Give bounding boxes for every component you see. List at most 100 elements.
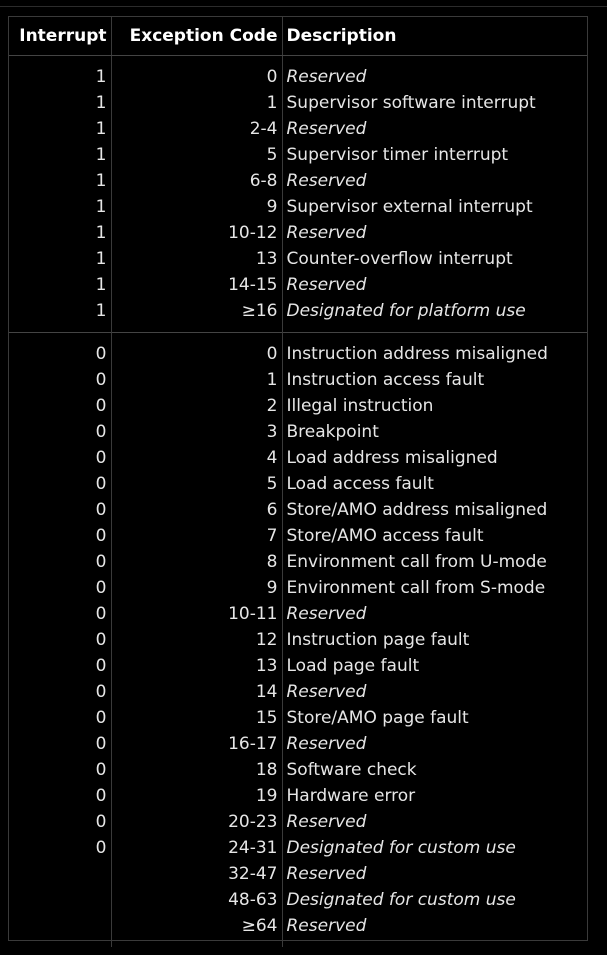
interrupt-cell: 0: [9, 679, 112, 705]
interrupt-cell: 0: [9, 601, 112, 627]
exception-group: 0 0 Instruction address misaligned 0 1 Instru…: [9, 332, 587, 947]
spacer-cell: [282, 939, 587, 947]
spacer-cell: [9, 332, 112, 341]
spacer-cell: [111, 55, 283, 64]
interrupt-cell: [9, 913, 112, 939]
top-divider: [0, 6, 607, 7]
interrupt-cell: 1: [9, 220, 112, 246]
interrupt-cell: 0: [9, 575, 112, 601]
interrupt-cell: 1: [9, 90, 112, 116]
exception-code-cell: 6: [111, 497, 283, 523]
exception-code-cell: 16-17: [111, 731, 283, 757]
spacer-cell: [282, 332, 587, 341]
interrupt-cell: 0: [9, 497, 112, 523]
table-row: 0 14 Reserved: [9, 679, 587, 705]
exception-code-cell: 24-31: [111, 835, 283, 861]
table-row: 0 16-17 Reserved: [9, 731, 587, 757]
header-interrupt: Interrupt: [9, 17, 112, 56]
table-row: 1 10-12 Reserved: [9, 220, 587, 246]
interrupt-cell: 0: [9, 471, 112, 497]
table-row: 1 1 Supervisor software interrupt: [9, 90, 587, 116]
table-row: 1 2-4 Reserved: [9, 116, 587, 142]
cause-table-container: Interrupt Exception Code Description 10R…: [8, 16, 588, 947]
interrupt-cell: 0: [9, 653, 112, 679]
table-row: 0 2 Illegal instruction: [9, 393, 587, 419]
exception-code-cell: 0: [111, 341, 283, 367]
table-row: 1 ≥16 Designated for platform use: [9, 298, 587, 324]
table-row: 1 0 Reserved: [9, 64, 587, 90]
table-row: ≥64 Reserved: [9, 913, 587, 939]
table-row: 1 14-15 Reserved: [9, 272, 587, 298]
exception-code-cell: 14-15: [111, 272, 283, 298]
interrupt-cell: 0: [9, 835, 112, 861]
table-row: 0 9 Environment call from S-mode: [9, 575, 587, 601]
exception-code-cell: 10-12: [111, 220, 283, 246]
table-row: 0 4 Load address misaligned: [9, 445, 587, 471]
cause-table: Interrupt Exception Code Description 10R…: [9, 17, 587, 947]
exception-code-cell: 18: [111, 757, 283, 783]
description-cell: Instruction access fault: [286, 370, 485, 390]
exception-code-cell: 3: [111, 419, 283, 445]
description-cell: Hardware error: [286, 786, 416, 806]
table-row: 1 9 Supervisor external interrupt: [9, 194, 587, 220]
description-cell: Counter-overflow interrupt: [286, 249, 513, 269]
exception-code-cell: 12: [111, 627, 283, 653]
exception-code-cell: 2-4: [111, 116, 283, 142]
table-row: 0 13 Load page fault: [9, 653, 587, 679]
interrupt-cell: 0: [9, 783, 112, 809]
table-row: 0 20-23 Reserved: [9, 809, 587, 835]
exception-code-cell: 32-47: [111, 861, 283, 887]
description-cell: Reserved: [286, 604, 367, 624]
description-cell: Instruction address misaligned: [286, 344, 548, 364]
spacer-cell: [9, 55, 112, 64]
description-cell: Store/AMO address misaligned: [286, 500, 548, 520]
exception-code-cell: 7: [111, 523, 283, 549]
exception-code-cell: ≥16: [111, 298, 283, 324]
group-spacer: [9, 939, 587, 947]
exception-code-cell: 1: [111, 90, 283, 116]
interrupt-group: 1 0 Reserved 1 1 Supervisor software interrup…: [9, 55, 587, 333]
exception-code-cell: 13: [111, 653, 283, 679]
table-row: 0 12 Instruction page fault: [9, 627, 587, 653]
table-row: 1 5 Supervisor timer interrupt: [9, 142, 587, 168]
exception-code-cell: 1: [111, 367, 283, 393]
exception-code-cell: 19: [111, 783, 283, 809]
spacer-cell: [111, 939, 283, 947]
exception-code-cell: 6-8: [111, 168, 283, 194]
description-cell: Environment call from U-mode: [286, 552, 547, 572]
spacer-cell: [111, 324, 283, 333]
description-cell: Breakpoint: [286, 422, 379, 442]
spacer-cell: [282, 324, 587, 333]
interrupt-cell: 1: [9, 64, 112, 90]
table-row: 32-47 Reserved: [9, 861, 587, 887]
description-cell: Reserved: [286, 812, 367, 832]
description-cell: Load access fault: [286, 474, 434, 494]
exception-code-cell: 9: [111, 575, 283, 601]
spacer-cell: [9, 939, 112, 947]
interrupt-cell: 0: [9, 757, 112, 783]
description-cell: Reserved: [286, 119, 367, 139]
interrupt-cell: 0: [9, 523, 112, 549]
exception-code-cell: 10-11: [111, 601, 283, 627]
header-exception-code: Exception Code: [111, 17, 283, 56]
description-cell: Reserved: [286, 275, 367, 295]
table-row: 48-63 Designated for custom use: [9, 887, 587, 913]
exception-code-cell: 20-23: [111, 809, 283, 835]
table-row: 0 6 Store/AMO address misaligned: [9, 497, 587, 523]
description-cell: Designated for custom use: [286, 890, 516, 910]
interrupt-cell: [9, 861, 112, 887]
interrupt-cell: 0: [9, 549, 112, 575]
interrupt-cell: 1: [9, 116, 112, 142]
description-cell: Supervisor software interrupt: [286, 93, 536, 113]
interrupt-cell: 0: [9, 393, 112, 419]
description-cell: Environment call from S-mode: [286, 578, 546, 598]
interrupt-cell: 1: [9, 298, 112, 324]
description-cell: Reserved: [286, 67, 367, 87]
interrupt-cell: 0: [9, 809, 112, 835]
table-row: 0 3 Breakpoint: [9, 419, 587, 445]
table-row: 0 0 Instruction address misaligned: [9, 341, 587, 367]
exception-code-cell: 5: [111, 471, 283, 497]
spacer-cell: [111, 332, 283, 341]
exception-code-cell: 14: [111, 679, 283, 705]
interrupt-cell: 1: [9, 272, 112, 298]
